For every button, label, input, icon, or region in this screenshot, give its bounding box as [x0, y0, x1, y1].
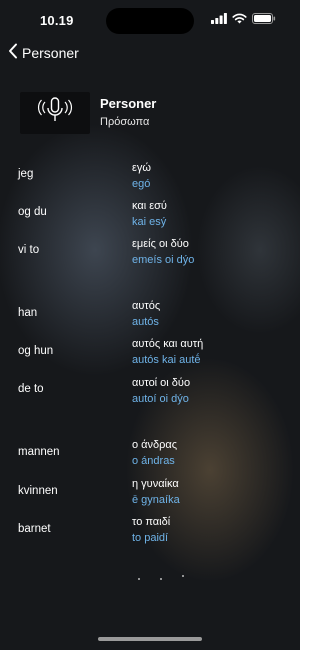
vocab-row[interactable]: kvinnen η γυναίκα ē gynaíka — [0, 478, 300, 514]
target-word: αυτός και αυτή — [132, 338, 204, 350]
status-icons — [211, 13, 276, 24]
target-word: η γυναίκα — [132, 478, 179, 490]
source-word: og du — [18, 206, 47, 218]
target-word: εγώ — [132, 162, 151, 174]
transliteration: autós kai autḗ — [132, 354, 201, 366]
vocab-row[interactable]: og hun αυτός και αυτή autós kai autḗ — [0, 338, 300, 374]
vocab-row[interactable]: mannen ο άνδρας o ándras — [0, 439, 300, 475]
source-word: barnet — [18, 523, 51, 535]
vocab-row[interactable]: jeg εγώ egó — [0, 162, 300, 198]
battery-icon — [252, 13, 276, 24]
source-word: de to — [18, 383, 44, 395]
wifi-icon — [232, 13, 247, 24]
transliteration: autós — [132, 316, 159, 328]
transliteration: o ándras — [132, 455, 175, 467]
status-time: 10.19 — [40, 13, 74, 28]
transliteration: autoí oi dýo — [132, 393, 189, 405]
dynamic-island — [106, 8, 194, 34]
source-word: og hun — [18, 345, 54, 357]
vocab-row[interactable]: han αυτός autós — [0, 300, 300, 336]
home-indicator[interactable] — [98, 637, 202, 641]
chevron-left-icon — [8, 43, 18, 64]
microphone-sound-icon — [35, 96, 75, 131]
source-word: jeg — [18, 168, 34, 180]
source-word: han — [18, 307, 38, 319]
dot — [138, 578, 140, 580]
target-word: εμείς οι δύο — [132, 238, 189, 250]
lesson-thumbnail — [20, 92, 90, 134]
target-word: ο άνδρας — [132, 439, 178, 451]
back-label: Personer — [22, 45, 79, 61]
lesson-subtitle: Πρόσωπα — [100, 116, 150, 128]
vocab-row[interactable]: og du και εσύ kai esý — [0, 200, 300, 236]
target-word: αυτοί οι δύο — [132, 377, 191, 389]
target-word: και εσύ — [132, 200, 167, 212]
transliteration: ē gynaíka — [132, 494, 180, 506]
vocab-row[interactable]: vi to εμείς οι δύο emeís oi dýo — [0, 238, 300, 274]
source-word: kvinnen — [18, 485, 58, 497]
app-screen: 10.19 Personer Personer Πρόσωπα jeg εγώ … — [0, 0, 300, 650]
lesson-title: Personer — [100, 96, 157, 111]
source-word: mannen — [18, 446, 60, 458]
transliteration: kai esý — [132, 216, 167, 228]
transliteration: egó — [132, 178, 151, 190]
target-word: το παιδί — [132, 516, 171, 528]
vocab-row[interactable]: barnet το παιδί to paidí — [0, 516, 300, 552]
vocab-row[interactable]: de to αυτοί οι δύο autoí oi dýo — [0, 377, 300, 413]
transliteration: emeís oi dýo — [132, 254, 195, 266]
dot — [182, 575, 184, 577]
loading-dots — [138, 574, 188, 582]
target-word: αυτός — [132, 300, 161, 312]
cellular-signal-icon — [211, 13, 227, 24]
source-word: vi to — [18, 244, 40, 256]
transliteration: to paidí — [132, 532, 169, 544]
back-button[interactable]: Personer — [8, 42, 79, 64]
dot — [160, 578, 162, 580]
